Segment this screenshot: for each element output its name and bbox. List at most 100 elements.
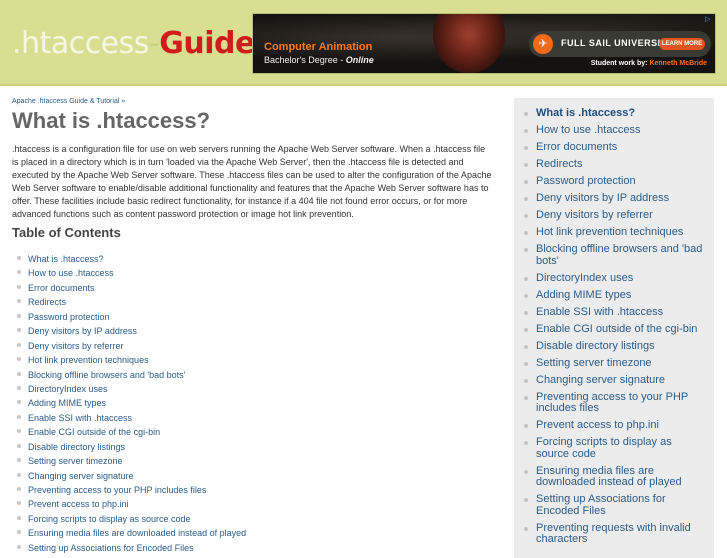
airplane-icon: ✈ [533,34,553,54]
sidebar-link[interactable]: Setting up Associations for Encoded File… [536,493,666,517]
sidebar: What is .htaccess? How to use .htaccess Er… [514,98,714,558]
sidebar-item: Error documents [514,141,714,154]
adchoices-icon[interactable]: ▷ [705,16,713,24]
sidebar-link[interactable]: Ensuring media files are downloaded inst… [536,465,682,489]
toc-item: Preventing access to your PHP includes f… [12,483,246,497]
sidebar-link[interactable]: Deny visitors by IP address [536,192,669,204]
toc-link[interactable]: DirectoryIndex uses [28,384,108,394]
toc-item: Hot link prevention techniques [12,353,246,367]
toc-item: Deny visitors by IP address [12,324,246,338]
ad-character-image [433,14,505,73]
sidebar-link[interactable]: DirectoryIndex uses [536,272,633,284]
toc-item: How to use .htaccess [12,266,246,280]
sidebar-link[interactable]: How to use .htaccess [536,124,641,136]
sidebar-link[interactable]: What is .htaccess? [536,107,635,119]
toc-item: Setting server timezone [12,454,246,468]
toc-link[interactable]: Enable SSI with .htaccess [28,413,132,423]
sidebar-nav: What is .htaccess? How to use .htaccess Er… [514,98,714,546]
toc-link[interactable]: How to use .htaccess [28,268,114,278]
sidebar-link[interactable]: Enable CGI outside of the cgi-bin [536,323,697,335]
sidebar-link[interactable]: Redirects [536,158,582,170]
toc-link[interactable]: Enable CGI outside of the cgi-bin [28,427,160,437]
toc-link[interactable]: Changing server signature [28,471,134,481]
toc-link[interactable]: Blocking offline browsers and 'bad bots' [28,370,185,380]
sidebar-item: Adding MIME types [514,289,714,302]
toc-link[interactable]: Disable directory listings [28,442,125,452]
sidebar-item: Enable SSI with .htaccess [514,306,714,319]
toc-link[interactable]: Setting server timezone [28,456,123,466]
ad-brand-pill: ✈ FULL SAIL UNIVERSITY. LEARN MORE [529,31,711,57]
site-header: .htaccess-Guide Computer Animation Bache… [0,0,727,86]
sidebar-item: Forcing scripts to display as source cod… [514,436,714,460]
sidebar-link[interactable]: Setting server timezone [536,357,652,369]
toc-item: Deny visitors by referrer [12,339,246,353]
sidebar-link[interactable]: Changing server signature [536,374,665,386]
logo-guide: Guide [159,26,255,61]
sidebar-item: Ensuring media files are downloaded inst… [514,465,714,489]
ad-subline-text: Bachelor's Degree - [264,55,346,65]
toc-link[interactable]: Preventing access to your PHP includes f… [28,485,206,495]
ad-subline: Bachelor's Degree - Online [264,55,374,65]
sidebar-item: How to use .htaccess [514,124,714,137]
sidebar-link[interactable]: Prevent access to php.ini [536,419,659,431]
toc-link[interactable]: What is .htaccess? [28,254,104,264]
sidebar-link[interactable]: Adding MIME types [536,289,631,301]
toc-item: Forcing scripts to display as source cod… [12,512,246,526]
sidebar-link[interactable]: Preventing requests with invalid charact… [536,522,691,546]
sidebar-item: Hot link prevention techniques [514,226,714,239]
sidebar-item: Changing server signature [514,374,714,387]
sidebar-item: Setting up Associations for Encoded File… [514,493,714,517]
sidebar-item: Setting server timezone [514,357,714,370]
toc-item: Disable directory listings [12,440,246,454]
sidebar-link[interactable]: Error documents [536,141,617,153]
toc-link[interactable]: Ensuring media files are downloaded inst… [28,528,246,538]
logo-separator: - [148,26,160,61]
sidebar-item: What is .htaccess? [514,107,714,120]
toc-link[interactable]: Deny visitors by referrer [28,341,124,351]
sidebar-item: Deny visitors by referrer [514,209,714,222]
sidebar-item: Blocking offline browsers and 'bad bots' [514,243,714,267]
toc-item: Changing server signature [12,469,246,483]
sidebar-link[interactable]: Deny visitors by referrer [536,209,653,221]
toc-item: Enable CGI outside of the cgi-bin [12,425,246,439]
toc-item: What is .htaccess? [12,252,246,266]
sidebar-link[interactable]: Password protection [536,175,636,187]
sidebar-item: Preventing access to your PHP includes f… [514,391,714,415]
toc-link[interactable]: Forcing scripts to display as source cod… [28,514,191,524]
sidebar-item: Preventing requests with invalid charact… [514,522,714,546]
toc-item: Ensuring media files are downloaded inst… [12,526,246,540]
sidebar-link[interactable]: Hot link prevention techniques [536,226,683,238]
toc-link[interactable]: Error documents [28,283,95,293]
ad-credit-name: Kenneth McBride [649,60,707,67]
toc-item: DirectoryIndex uses [12,382,246,396]
toc-item: Error documents [12,281,246,295]
toc-link[interactable]: Redirects [28,297,66,307]
banner-ad[interactable]: Computer Animation Bachelor's Degree - O… [252,13,716,74]
sidebar-item: DirectoryIndex uses [514,272,714,285]
toc-link[interactable]: Prevent access to php.ini [28,499,129,509]
toc-link[interactable]: Adding MIME types [28,398,106,408]
sidebar-item: Redirects [514,158,714,171]
sidebar-link[interactable]: Preventing access to your PHP includes f… [536,391,688,415]
toc-link[interactable]: Hot link prevention techniques [28,355,149,365]
ad-subline-online: Online [345,55,374,65]
sidebar-link[interactable]: Enable SSI with .htaccess [536,306,663,318]
ad-headline: Computer Animation [264,41,373,53]
sidebar-link[interactable]: Forcing scripts to display as source cod… [536,436,672,460]
site-logo[interactable]: .htaccess-Guide [12,26,255,62]
toc-link[interactable]: Password protection [28,312,110,322]
toc-link[interactable]: Deny visitors by IP address [28,326,137,336]
toc-item: Prevent access to php.ini [12,497,246,511]
toc-item: Redirects [12,295,246,309]
toc-link[interactable]: Setting up Associations for Encoded File… [28,543,194,553]
intro-paragraph: .htaccess is a configuration file for us… [12,144,492,220]
sidebar-link[interactable]: Disable directory listings [536,340,655,352]
sidebar-item: Prevent access to php.ini [514,419,714,432]
sidebar-item: Deny visitors by IP address [514,192,714,205]
sidebar-link[interactable]: Blocking offline browsers and 'bad bots' [536,243,702,267]
breadcrumb[interactable]: Apache .htaccess Guide & Tutorial » [12,98,125,105]
toc-item: Adding MIME types [12,396,246,410]
learn-more-button[interactable]: LEARN MORE [659,38,705,50]
ad-credit: Student work by: Kenneth McBride [591,60,707,67]
sidebar-item: Password protection [514,175,714,188]
